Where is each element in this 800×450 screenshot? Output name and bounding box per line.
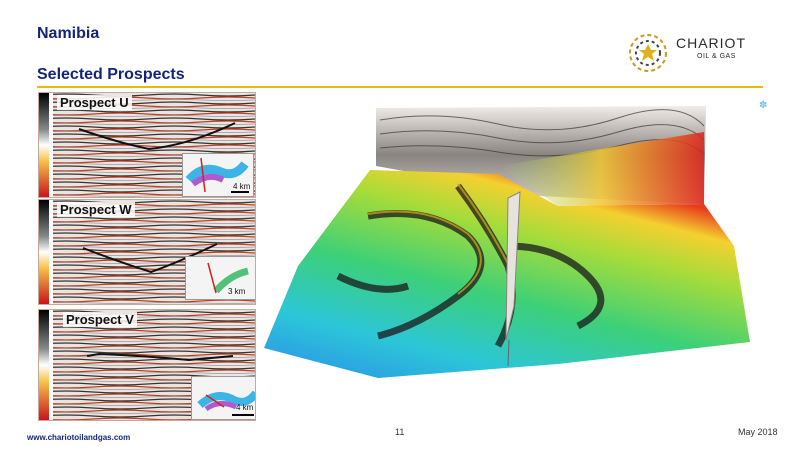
footer-url[interactable]: www.chariotoilandgas.com bbox=[27, 433, 130, 442]
footer-date: May 2018 bbox=[738, 427, 778, 437]
prospect-w-map-inset: 3 km bbox=[185, 256, 255, 300]
prospect-u-panel: Prospect U 4 km bbox=[38, 92, 256, 198]
prospect-v-panel: Prospect V 4 km bbox=[38, 309, 256, 421]
prospect-u-label: Prospect U bbox=[57, 95, 132, 110]
page-title: Namibia bbox=[37, 25, 100, 42]
prospect-w-label: Prospect W bbox=[57, 202, 135, 217]
title-divider bbox=[37, 86, 763, 88]
seismic-3d-visualization bbox=[264, 106, 750, 378]
prospect-u-scale: 4 km bbox=[233, 182, 251, 191]
prospect-v-label: Prospect V bbox=[63, 312, 137, 327]
logo-tagline: OIL & GAS bbox=[697, 53, 736, 60]
prospect-w-scale: 3 km bbox=[228, 287, 246, 296]
prospect-w-panel: Prospect W 3 km bbox=[38, 199, 256, 305]
prospect-u-map-inset: 4 km bbox=[182, 153, 254, 197]
page-subtitle: Selected Prospects bbox=[37, 66, 185, 83]
prospect-v-scale: 4 km bbox=[236, 403, 254, 412]
gear-icon: ✽ bbox=[759, 100, 768, 111]
page-number: 11 bbox=[395, 427, 405, 437]
prospect-v-map-inset: 4 km bbox=[191, 376, 255, 420]
logo-name: CHARIOT bbox=[676, 35, 746, 51]
